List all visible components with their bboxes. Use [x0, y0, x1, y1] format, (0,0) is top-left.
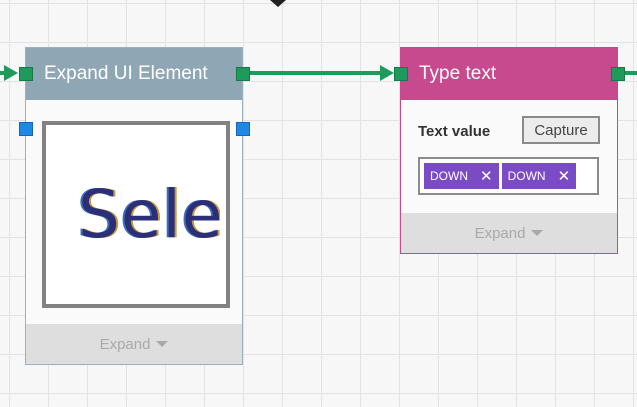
node-title[interactable]: Expand UI Element — [26, 48, 242, 100]
key-chip[interactable]: DOWN ✕ — [501, 163, 577, 189]
incoming-arrow-icon — [270, 0, 286, 7]
connection-wire[interactable] — [248, 71, 388, 75]
output-port[interactable] — [611, 67, 625, 81]
expand-ui-element-node[interactable]: Expand UI Element Selec Expand — [25, 47, 243, 365]
input-port[interactable] — [19, 67, 33, 81]
node-title[interactable]: Type text — [401, 48, 617, 100]
expand-label: Expand — [474, 224, 526, 242]
left-side-port[interactable] — [19, 122, 33, 136]
chip-label: DOWN — [507, 169, 546, 183]
expand-button[interactable]: Expand — [401, 213, 617, 253]
caret-down-icon — [531, 230, 544, 236]
preview-text: Selec — [78, 176, 220, 253]
flow-canvas[interactable]: Expand UI Element Selec Expand Type text… — [0, 0, 637, 407]
right-side-port[interactable] — [236, 122, 250, 136]
text-value-input[interactable]: DOWN ✕ DOWN ✕ — [418, 157, 599, 195]
input-port[interactable] — [394, 67, 408, 81]
capture-button[interactable]: Capture — [522, 116, 600, 144]
element-preview-image: Selec — [42, 121, 230, 308]
wire-arrowhead-icon — [380, 65, 394, 81]
preview-canvas: Selec — [52, 131, 220, 298]
chip-label: DOWN — [430, 169, 468, 183]
chip-remove-icon[interactable]: ✕ — [558, 169, 571, 184]
wire-arrowhead-icon — [4, 65, 18, 81]
output-port[interactable] — [236, 67, 250, 81]
caret-down-icon — [156, 341, 169, 347]
key-chip[interactable]: DOWN ✕ — [424, 163, 499, 189]
expand-label: Expand — [99, 335, 151, 353]
expand-button[interactable]: Expand — [26, 324, 242, 364]
text-value-label: Text value — [418, 123, 491, 140]
type-text-node[interactable]: Type text Text value Capture DOWN ✕ DOWN… — [400, 47, 618, 254]
chip-remove-icon[interactable]: ✕ — [480, 169, 493, 184]
